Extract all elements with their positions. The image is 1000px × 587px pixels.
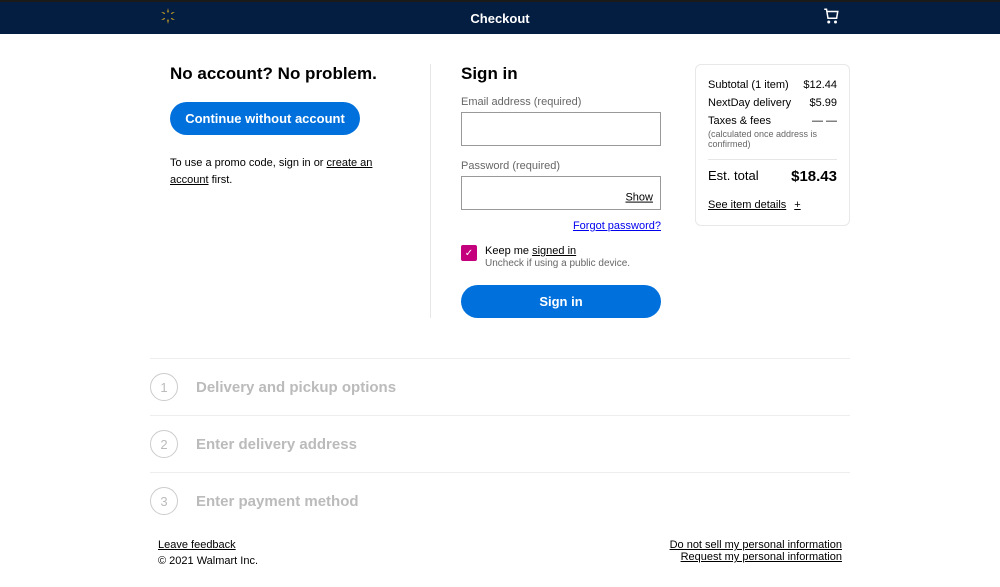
- subtotal-row: Subtotal (1 item) $12.44: [708, 79, 837, 91]
- footer: Leave feedback © 2021 Walmart Inc. Do no…: [0, 529, 1000, 587]
- vertical-divider: [430, 64, 431, 318]
- sign-in-button[interactable]: Sign in: [461, 285, 661, 318]
- walmart-logo-icon[interactable]: [160, 8, 176, 29]
- total-row: Est. total $18.43: [708, 168, 837, 185]
- order-summary-panel: Subtotal (1 item) $12.44 NextDay deliver…: [695, 64, 850, 226]
- guest-checkout-panel: No account? No problem. Continue without…: [170, 64, 400, 318]
- delivery-row: NextDay delivery $5.99: [708, 97, 837, 109]
- no-account-title: No account? No problem.: [170, 64, 400, 84]
- show-password-link[interactable]: Show: [625, 192, 653, 204]
- plus-icon: +: [794, 199, 800, 211]
- delivery-value: $5.99: [809, 97, 837, 109]
- do-not-sell-link[interactable]: Do not sell my personal information: [670, 539, 842, 551]
- step-label-3: Enter payment method: [196, 493, 359, 510]
- step-delivery-options: 1 Delivery and pickup options: [150, 358, 850, 415]
- total-value: $18.43: [791, 168, 837, 185]
- step-number-2: 2: [150, 430, 178, 458]
- subtotal-label: Subtotal (1 item): [708, 79, 789, 91]
- keep-signed-in-sublabel: Uncheck if using a public device.: [485, 258, 630, 269]
- taxes-note: (calculated once address is confirmed): [708, 129, 837, 149]
- cart-icon[interactable]: [822, 7, 840, 30]
- subtotal-value: $12.44: [803, 79, 837, 91]
- header: Checkout: [0, 2, 1000, 34]
- see-item-details-link[interactable]: See item details +: [708, 199, 837, 211]
- page-title: Checkout: [470, 11, 529, 26]
- total-label: Est. total: [708, 168, 759, 185]
- signin-panel: Sign in Email address (required) Passwor…: [461, 64, 665, 318]
- promo-code-note: To use a promo code, sign in or create a…: [170, 155, 400, 188]
- taxes-label: Taxes & fees: [708, 115, 771, 127]
- checkout-steps: 1 Delivery and pickup options 2 Enter de…: [0, 318, 1000, 529]
- step-label-1: Delivery and pickup options: [196, 379, 396, 396]
- summary-divider: [708, 159, 837, 160]
- step-label-2: Enter delivery address: [196, 436, 357, 453]
- step-payment-method: 3 Enter payment method: [150, 472, 850, 529]
- email-field[interactable]: [461, 112, 661, 146]
- signin-title: Sign in: [461, 64, 665, 84]
- keep-signed-in-checkbox[interactable]: ✓: [461, 245, 477, 261]
- request-info-link[interactable]: Request my personal information: [670, 551, 842, 563]
- continue-without-account-button[interactable]: Continue without account: [170, 102, 360, 135]
- copyright: © 2021 Walmart Inc.: [158, 555, 258, 567]
- step-number-3: 3: [150, 487, 178, 515]
- taxes-row: Taxes & fees — —: [708, 115, 837, 127]
- step-number-1: 1: [150, 373, 178, 401]
- step-delivery-address: 2 Enter delivery address: [150, 415, 850, 472]
- leave-feedback-link[interactable]: Leave feedback: [158, 539, 258, 551]
- signed-in-link[interactable]: signed in: [532, 245, 576, 257]
- password-label: Password (required): [461, 160, 665, 172]
- email-label: Email address (required): [461, 96, 665, 108]
- taxes-value: — —: [812, 115, 837, 127]
- delivery-label: NextDay delivery: [708, 97, 791, 109]
- keep-signed-in-label: Keep me signed in: [485, 244, 630, 258]
